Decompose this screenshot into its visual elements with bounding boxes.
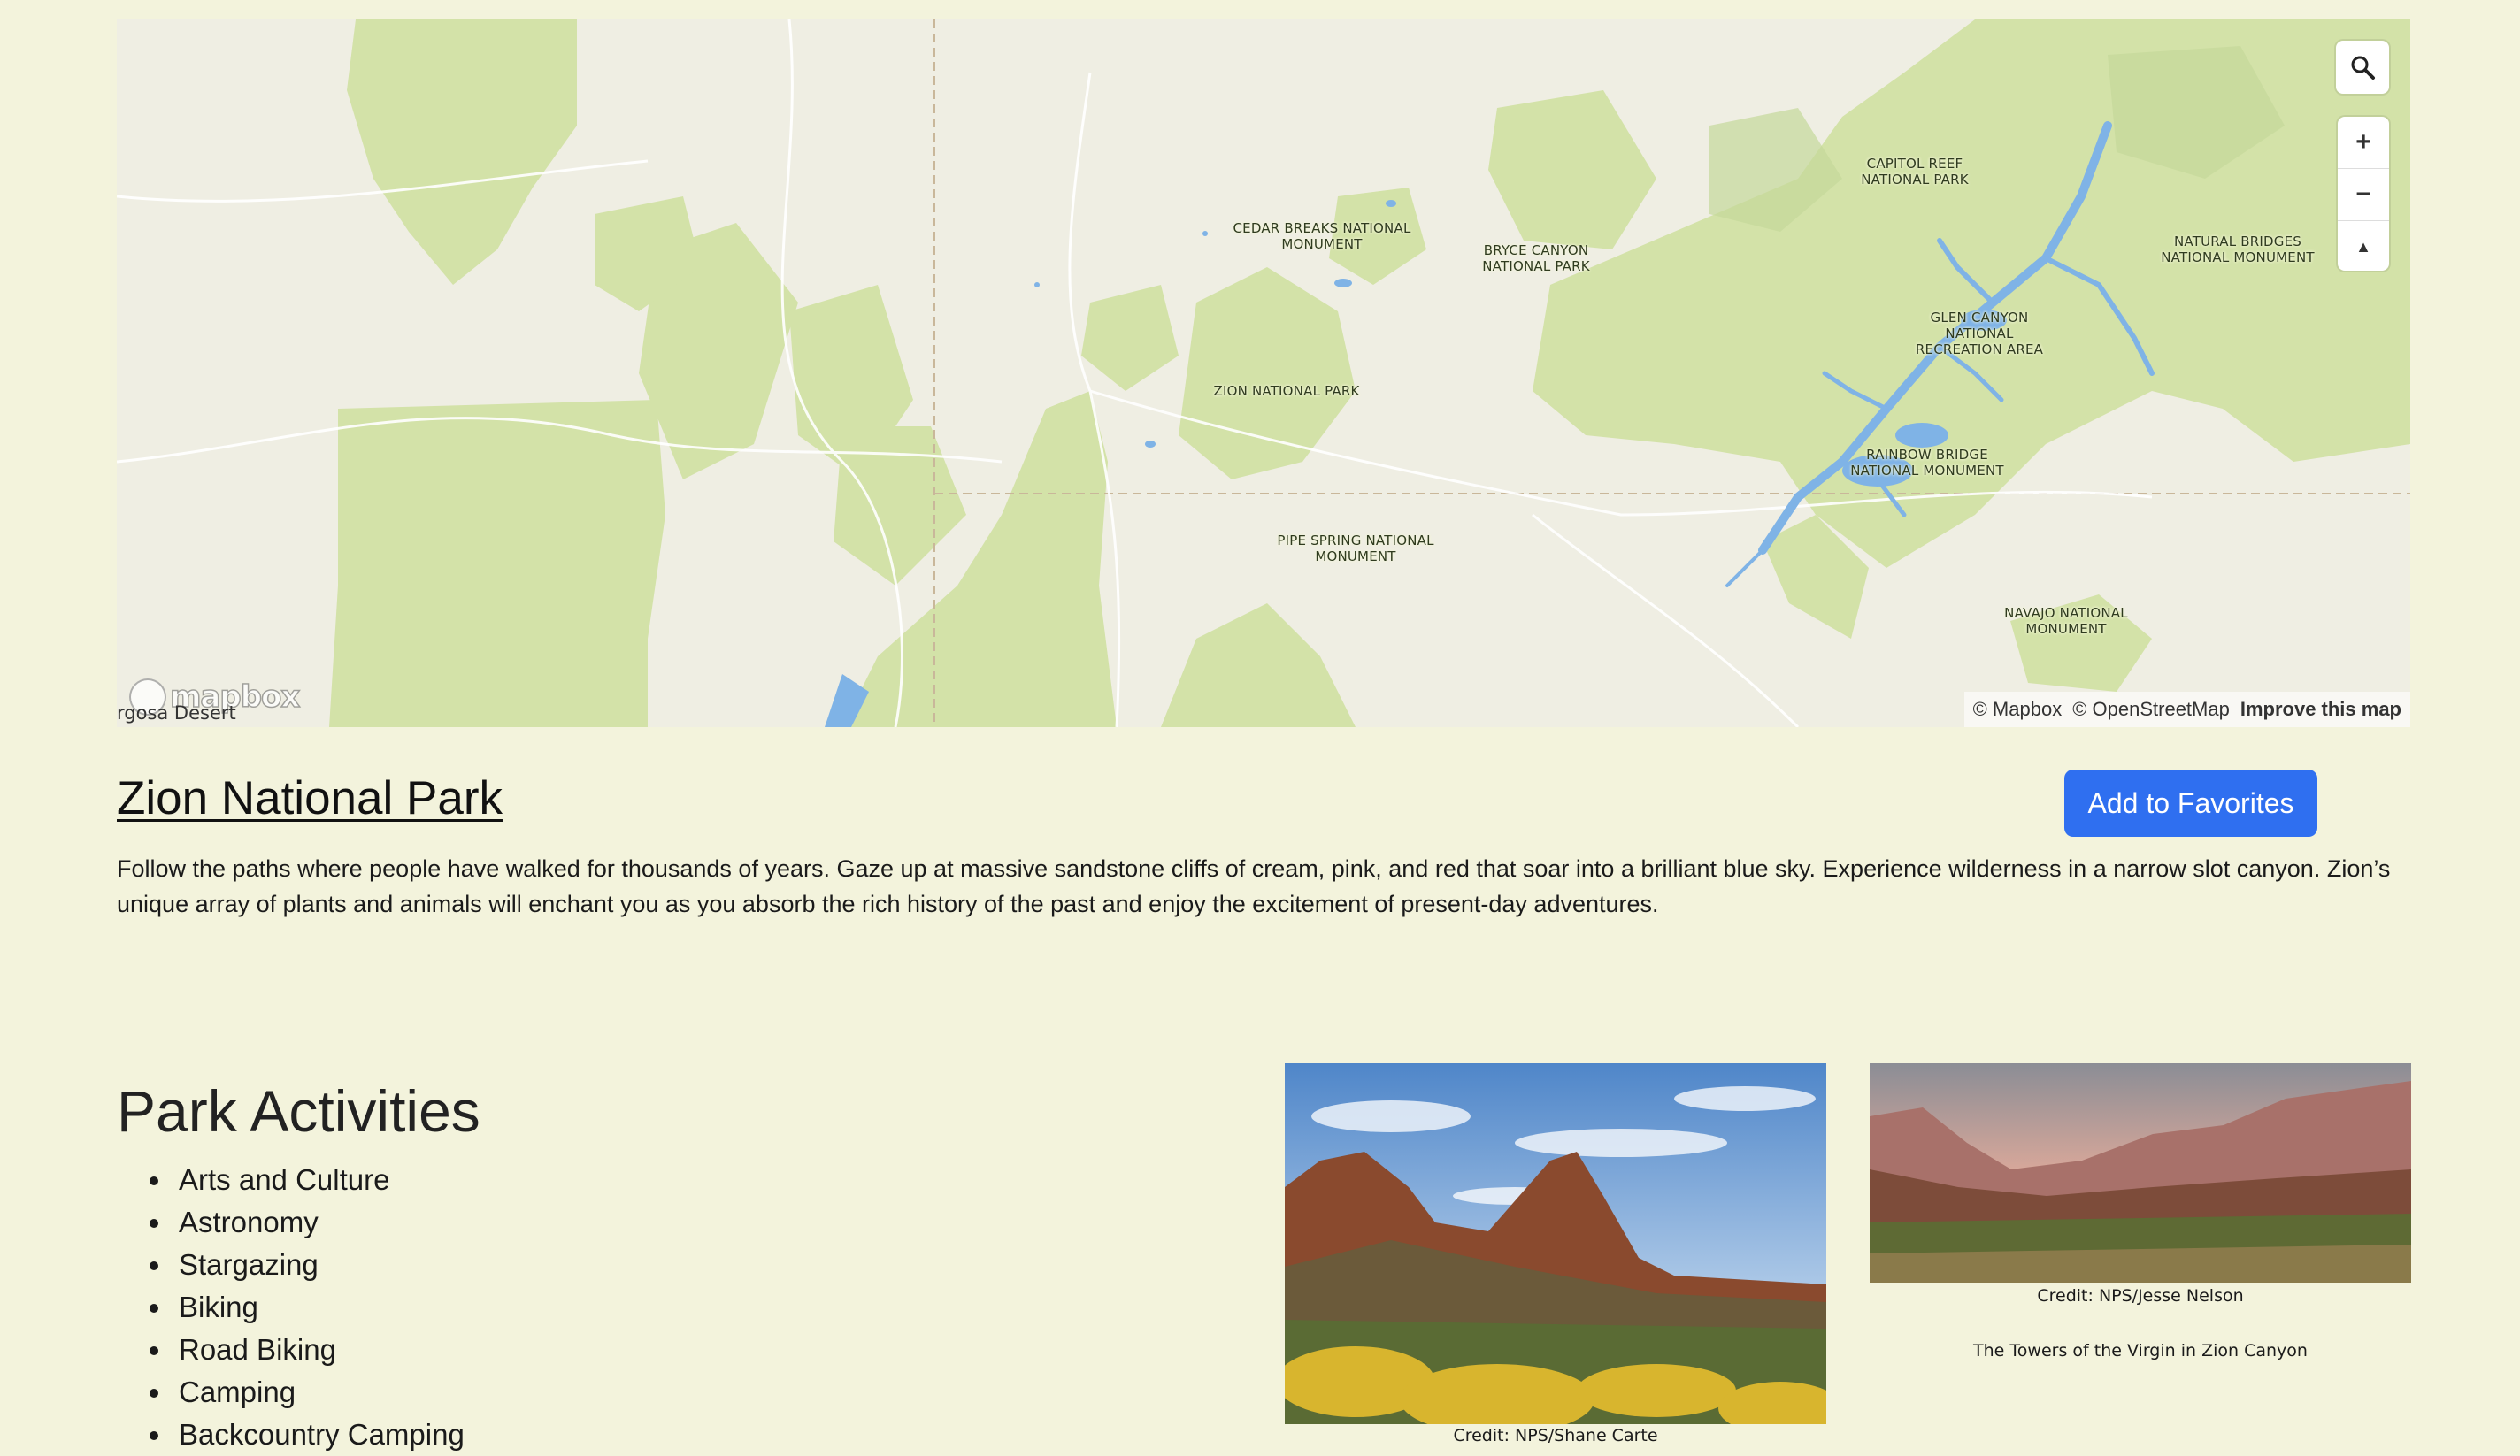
- map-attribution: © Mapbox © OpenStreetMap Improve this ma…: [1963, 692, 2410, 727]
- activity-item: Astronomy: [173, 1201, 465, 1244]
- map-search-button[interactable]: [2336, 41, 2389, 94]
- park-map[interactable]: CEDAR BREAKS NATIONAL MONUMENT BRYCE CAN…: [117, 19, 2410, 727]
- activity-item: Biking: [173, 1286, 465, 1329]
- attribution-osm-link[interactable]: © OpenStreetMap: [2072, 698, 2230, 721]
- search-icon: [2351, 56, 2375, 80]
- improve-map-link[interactable]: Improve this map: [2240, 698, 2401, 721]
- map-label-rainbow-bridge: RAINBOW BRIDGE NATIONAL MONUMENT: [1850, 447, 2004, 479]
- map-label-cedar-breaks: CEDAR BREAKS NATIONAL MONUMENT: [1233, 220, 1411, 252]
- activity-item: Stargazing: [173, 1244, 465, 1286]
- park-photo-towers-of-virgin: [1870, 1063, 2411, 1283]
- map-label-bryce-canyon: BRYCE CANYON NATIONAL PARK: [1482, 242, 1590, 274]
- activities-heading: Park Activities: [117, 1078, 480, 1144]
- activity-item: Camping: [173, 1371, 465, 1414]
- activity-item: Backcountry Camping: [173, 1414, 465, 1456]
- map-zoom-controls: + − ▲: [2338, 117, 2389, 271]
- map-label-zion: ZION NATIONAL PARK: [1213, 383, 1360, 399]
- compass-icon[interactable]: ▲: [2338, 221, 2389, 271]
- activity-item: Arts and Culture: [173, 1159, 465, 1201]
- map-label-desert: rgosa Desert: [117, 702, 236, 724]
- map-label-natural-bridges: NATURAL BRIDGES NATIONAL MONUMENT: [2161, 234, 2315, 265]
- zoom-out-button[interactable]: −: [2338, 169, 2389, 221]
- map-label-capitol-reef: CAPITOL REEF NATIONAL PARK: [1861, 156, 1969, 188]
- map-label-glen-canyon: GLEN CANYON NATIONAL RECREATION AREA: [1915, 310, 2044, 357]
- park-description: Follow the paths where people have walke…: [117, 855, 2391, 917]
- photo-credit: Credit: NPS/Shane Carte: [1453, 1426, 1658, 1445]
- park-title-link[interactable]: Zion National Park: [117, 771, 503, 825]
- activity-item: Road Biking: [173, 1329, 465, 1371]
- attribution-mapbox-link[interactable]: © Mapbox: [1973, 698, 2063, 721]
- park-photo-watchman: [1285, 1063, 1826, 1424]
- zoom-in-button[interactable]: +: [2338, 117, 2389, 169]
- add-to-favorites-button[interactable]: Add to Favorites: [2064, 770, 2317, 837]
- photo-credit: Credit: NPS/Jesse Nelson: [2037, 1286, 2244, 1306]
- map-label-navajo: NAVAJO NATIONAL MONUMENT: [2004, 605, 2128, 637]
- photo-title: The Towers of the Virgin in Zion Canyon: [1973, 1341, 2308, 1360]
- activities-list: Arts and Culture Astronomy Stargazing Bi…: [173, 1159, 465, 1456]
- map-label-pipe-spring: PIPE SPRING NATIONAL MONUMENT: [1277, 533, 1434, 564]
